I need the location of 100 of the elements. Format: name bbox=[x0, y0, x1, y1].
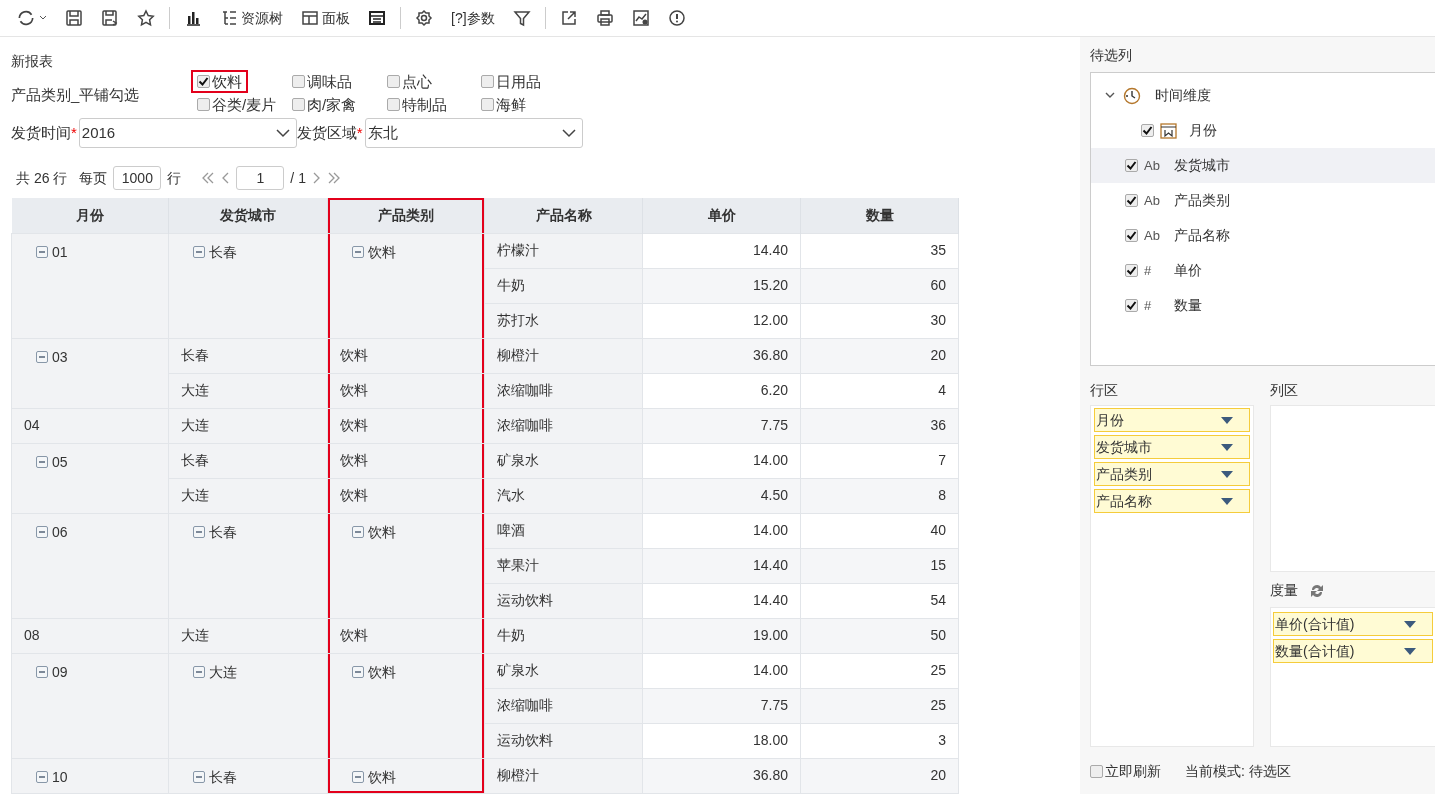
zone-field[interactable]: 产品类别 bbox=[1094, 462, 1250, 486]
double-chevron-left-icon bbox=[201, 171, 216, 185]
table-cell: 矿泉水 bbox=[484, 653, 643, 688]
collapse-icon[interactable] bbox=[36, 666, 48, 678]
table-cell: 饮料 bbox=[340, 382, 368, 398]
table-cell: 14.40 bbox=[642, 548, 801, 583]
checkbox[interactable] bbox=[387, 75, 400, 88]
toolbar-button[interactable]: 面板 bbox=[295, 5, 356, 31]
collapse-icon[interactable] bbox=[193, 771, 205, 783]
checkbox-option[interactable]: 谷类/麦片 bbox=[191, 93, 283, 116]
page-count: / 1 bbox=[290, 168, 306, 188]
rows-unit: 行 bbox=[167, 168, 182, 188]
zone-field[interactable]: 发货城市 bbox=[1094, 435, 1250, 459]
table-cell: 35 bbox=[800, 233, 959, 268]
checkbox[interactable] bbox=[1141, 124, 1154, 137]
toolbar-button[interactable]: 资源树 bbox=[214, 5, 289, 31]
report-title: 新报表 bbox=[11, 52, 54, 71]
table-cell: 饮料 bbox=[340, 627, 368, 643]
collapse-icon[interactable] bbox=[193, 246, 205, 258]
tree-item[interactable]: 时间维度 bbox=[1091, 78, 1435, 113]
checkbox-option[interactable]: 日用品 bbox=[475, 70, 547, 93]
page-size-field[interactable]: 1000 bbox=[113, 166, 162, 190]
checkbox[interactable] bbox=[1090, 765, 1103, 778]
table-cell-text: 长春 bbox=[209, 242, 237, 262]
last-page-button[interactable] bbox=[326, 171, 341, 185]
tree-item[interactable]: Ab 产品名称 bbox=[1091, 218, 1435, 253]
clock-icon bbox=[1123, 86, 1141, 105]
checkbox[interactable] bbox=[292, 98, 305, 111]
checkbox[interactable] bbox=[387, 98, 400, 111]
table-cell: 7 bbox=[800, 443, 959, 478]
checkbox-option[interactable]: 点心 bbox=[381, 70, 438, 93]
checkbox[interactable] bbox=[197, 98, 210, 111]
checkbox[interactable] bbox=[481, 98, 494, 111]
zone-field[interactable]: 单价(合计值) bbox=[1273, 612, 1433, 636]
option-label: 饮料 bbox=[212, 72, 242, 91]
checkbox-option[interactable]: 肉/家禽 bbox=[286, 93, 363, 116]
checkbox[interactable] bbox=[292, 75, 305, 88]
table-cell: 50 bbox=[800, 618, 959, 653]
table-cell: 柳橙汁 bbox=[484, 758, 643, 793]
zone-field-label: 月份 bbox=[1096, 410, 1124, 430]
dropdown-select[interactable]: 2016 bbox=[78, 118, 297, 148]
tree-item[interactable]: # 数量 bbox=[1091, 288, 1435, 323]
checkbox[interactable] bbox=[1125, 299, 1138, 312]
dropdown-select[interactable]: 东北 bbox=[364, 118, 583, 148]
checkbox[interactable] bbox=[481, 75, 494, 88]
tree-item[interactable]: Ab 产品类别 bbox=[1091, 183, 1435, 218]
column-header: 产品类别 bbox=[327, 198, 485, 233]
tree-item[interactable]: # 单价 bbox=[1091, 253, 1435, 288]
previous-page-button[interactable] bbox=[221, 171, 231, 185]
table-cell-text: 长春 bbox=[209, 767, 237, 787]
table-cell: 15 bbox=[800, 548, 959, 583]
tree-item[interactable]: Ab 发货城市 bbox=[1091, 148, 1435, 183]
toolbar-button[interactable]: [?]参数 bbox=[445, 5, 501, 31]
collapse-icon[interactable] bbox=[352, 771, 364, 783]
collapse-icon[interactable] bbox=[36, 526, 48, 538]
option-label: 点心 bbox=[402, 72, 432, 91]
table-cell-text: 饮料 bbox=[368, 767, 396, 787]
table-cell: 40 bbox=[800, 513, 959, 548]
first-page-button[interactable] bbox=[201, 171, 216, 185]
checkbox-option[interactable]: 特制品 bbox=[381, 93, 453, 116]
gear-icon bbox=[415, 9, 433, 27]
column-header: 数量 bbox=[800, 198, 959, 233]
row-count: 共 26 行 bbox=[16, 168, 68, 188]
table-cell: 20 bbox=[800, 758, 959, 793]
column-header: 单价 bbox=[642, 198, 801, 233]
collapse-icon[interactable] bbox=[352, 526, 364, 538]
collapse-icon[interactable] bbox=[352, 666, 364, 678]
table-cell: 36 bbox=[800, 408, 959, 443]
checkbox[interactable] bbox=[1125, 229, 1138, 242]
calendar-icon bbox=[1160, 122, 1177, 139]
zone-field[interactable]: 产品名称 bbox=[1094, 489, 1250, 513]
caret-icon bbox=[1221, 416, 1233, 424]
chevron-down-icon bbox=[561, 128, 576, 138]
next-page-button[interactable] bbox=[311, 171, 321, 185]
zone-field[interactable]: 数量(合计值) bbox=[1273, 639, 1433, 663]
collapse-icon[interactable] bbox=[193, 666, 205, 678]
checkbox-label: 立即刷新 bbox=[1105, 762, 1161, 781]
checkbox-option[interactable]: 海鲜 bbox=[475, 93, 532, 116]
collapse-icon[interactable] bbox=[36, 246, 48, 258]
table-cell: 啤酒 bbox=[484, 513, 643, 548]
tree-item[interactable]: 月份 bbox=[1091, 113, 1435, 148]
collapse-icon[interactable] bbox=[36, 456, 48, 468]
table-cell: 长春 bbox=[181, 347, 209, 363]
zone-field[interactable]: 月份 bbox=[1094, 408, 1250, 432]
page-number-field[interactable]: 1 bbox=[236, 166, 285, 190]
auto-refresh-checkbox[interactable]: 立即刷新 bbox=[1090, 761, 1161, 782]
collapse-icon[interactable] bbox=[36, 771, 48, 783]
checkbox-option[interactable]: 调味品 bbox=[286, 70, 358, 93]
collapse-icon[interactable] bbox=[352, 246, 364, 258]
collapse-icon[interactable] bbox=[36, 351, 48, 363]
checkbox-option[interactable]: 饮料 bbox=[191, 70, 248, 93]
table-cell: 饮料 bbox=[340, 487, 368, 503]
checkbox[interactable] bbox=[1125, 159, 1138, 172]
table-cell: 08 bbox=[24, 627, 40, 643]
checkbox[interactable] bbox=[1125, 264, 1138, 277]
checkbox[interactable] bbox=[197, 75, 210, 88]
collapse-icon[interactable] bbox=[193, 526, 205, 538]
checkbox[interactable] bbox=[1125, 194, 1138, 207]
table-cell-text: 长春 bbox=[209, 522, 237, 542]
tree-label: 发货城市 bbox=[1174, 156, 1230, 175]
